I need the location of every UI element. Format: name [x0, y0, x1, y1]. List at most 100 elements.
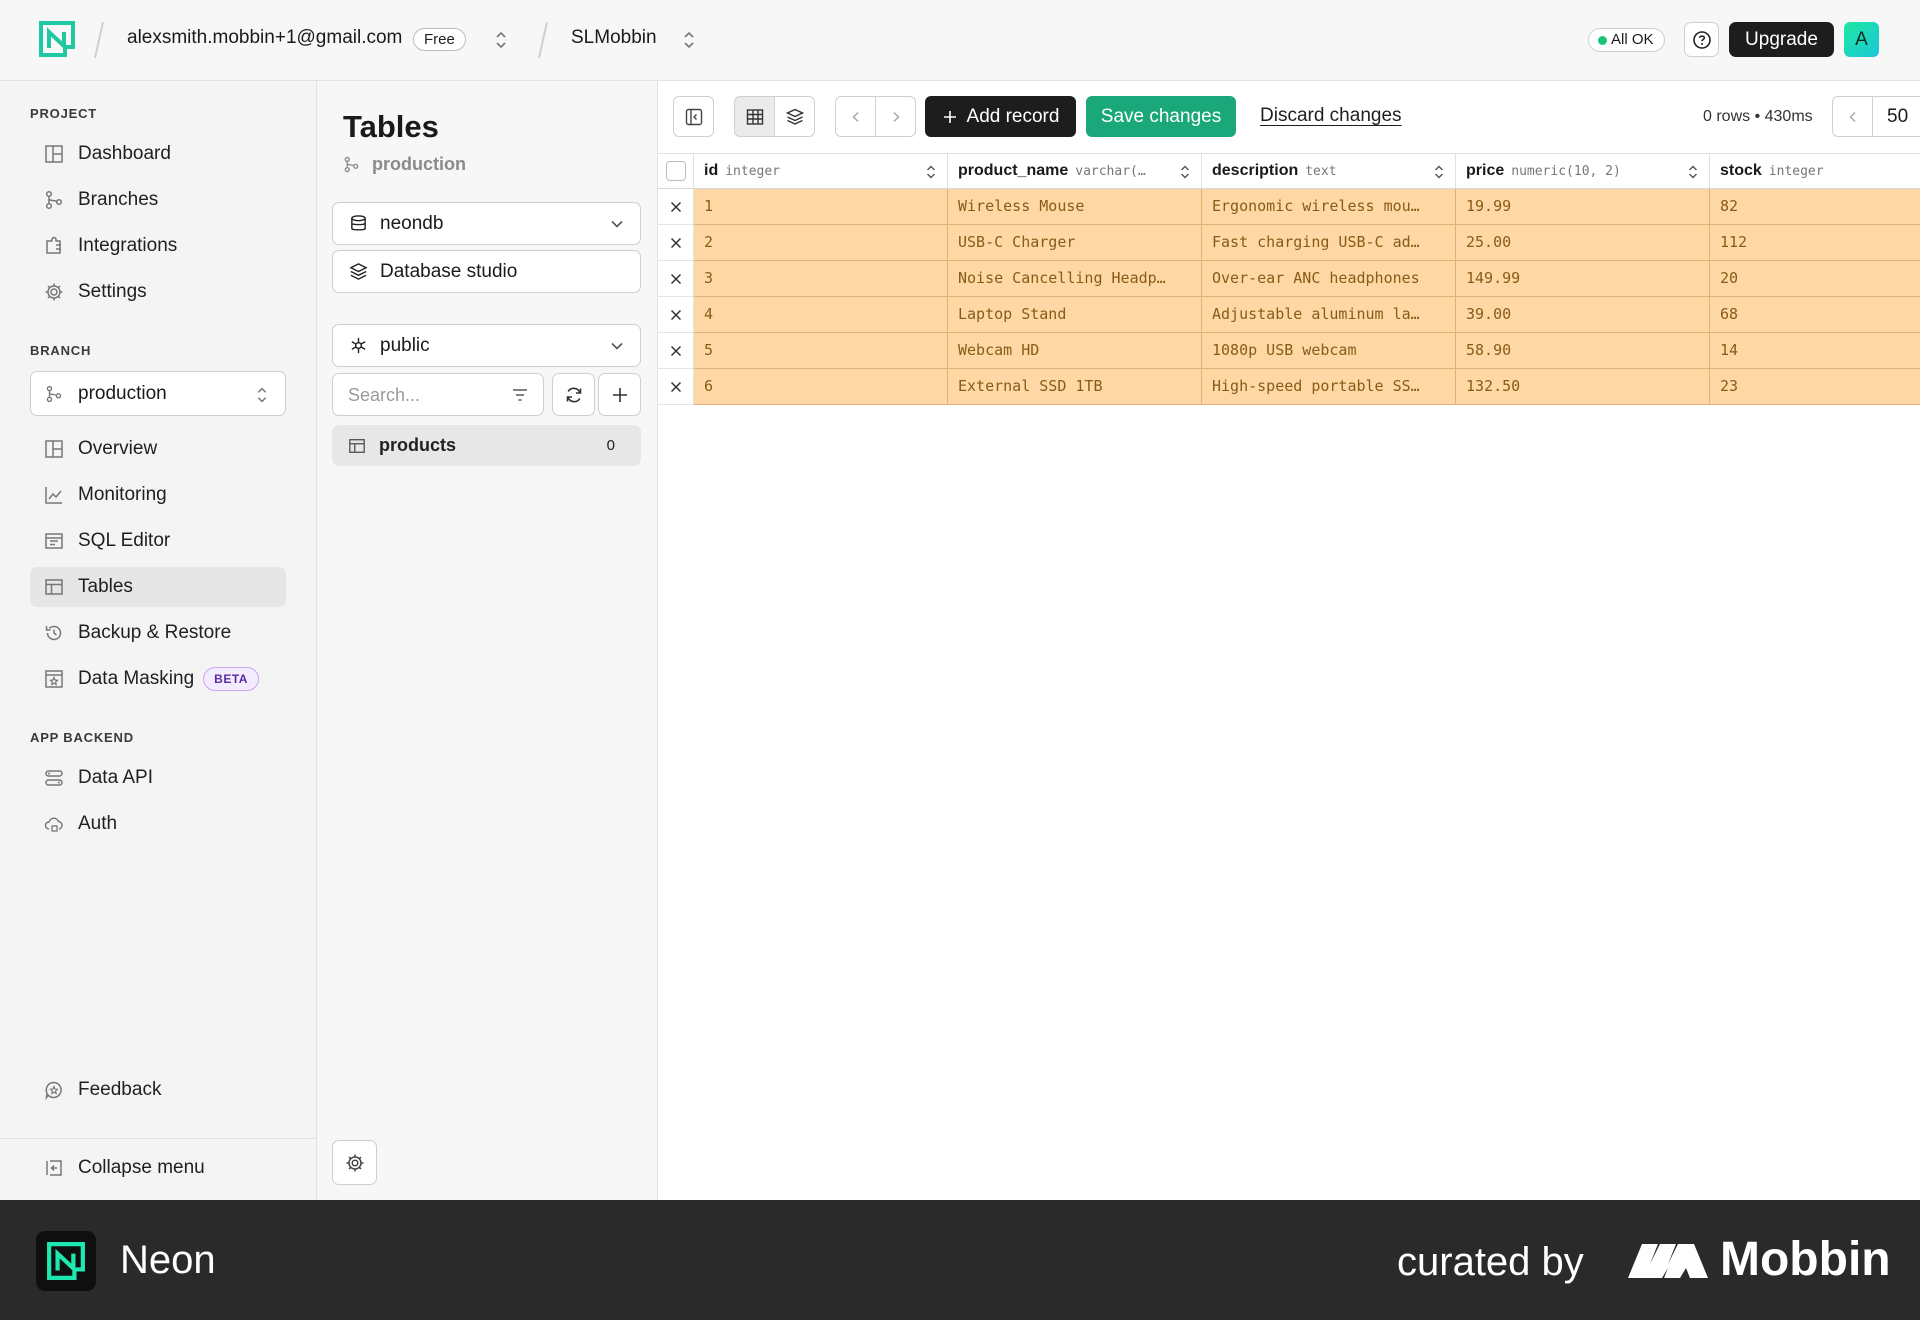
column-type: numeric(10, 2) [1511, 163, 1621, 179]
database-selector[interactable]: neondb [332, 202, 641, 245]
table-cell-description[interactable]: Ergonomic wireless mou… [1202, 189, 1456, 225]
history-icon [45, 625, 62, 641]
table-cell-id[interactable]: 3 [694, 261, 948, 297]
neon-logo-icon[interactable] [38, 20, 76, 58]
mobbin-wordmark: Mobbin [1720, 1233, 1891, 1286]
table-cell-id[interactable]: 2 [694, 225, 948, 261]
sort-icon[interactable] [1433, 164, 1445, 180]
table-cell-stock[interactable]: 82 [1710, 189, 1920, 225]
column-header-description[interactable]: description text [1202, 153, 1456, 189]
collapse-menu-button[interactable]: Collapse menu [30, 1148, 286, 1188]
save-changes-button[interactable]: Save changes [1086, 96, 1236, 137]
add-record-label: Add record [966, 105, 1060, 127]
table-cell-price[interactable]: 58.90 [1456, 333, 1710, 369]
sidebar-item-backup-restore[interactable]: Backup & Restore [30, 613, 286, 653]
sidebar-item-monitoring[interactable]: Monitoring [30, 475, 286, 515]
sidebar-item-tables[interactable]: Tables [30, 567, 286, 607]
table-cell-description[interactable]: Over-ear ANC headphones [1202, 261, 1456, 297]
table-cell-description[interactable]: High-speed portable SS… [1202, 369, 1456, 405]
remove-row-button[interactable] [658, 225, 694, 261]
sort-icon[interactable] [1179, 164, 1191, 180]
table-cell-stock[interactable]: 14 [1710, 333, 1920, 369]
status-indicator[interactable]: All OK [1588, 28, 1665, 52]
table-cell-id[interactable]: 5 [694, 333, 948, 369]
avatar[interactable]: A [1844, 22, 1879, 57]
table-cell-stock[interactable]: 20 [1710, 261, 1920, 297]
sidebar-item-integrations[interactable]: Integrations [30, 226, 286, 266]
remove-row-button[interactable] [658, 261, 694, 297]
add-table-button[interactable] [598, 373, 641, 416]
sort-icon[interactable] [925, 164, 937, 180]
column-header-product-name[interactable]: product_name varchar(… [948, 153, 1202, 189]
account-email[interactable]: alexsmith.mobbin+1@gmail.com [127, 27, 402, 49]
database-studio-button[interactable]: Database studio [332, 250, 641, 293]
column-type: integer [1768, 163, 1824, 179]
refresh-button[interactable] [552, 373, 595, 416]
table-cell-price[interactable]: 39.00 [1456, 297, 1710, 333]
filter-icon[interactable] [511, 386, 529, 404]
feedback-button[interactable]: Feedback [30, 1070, 286, 1110]
previous-record-button[interactable] [835, 96, 876, 137]
sidebar-item-data-masking[interactable]: Data Masking BETA [30, 659, 286, 699]
table-cell-price[interactable]: 132.50 [1456, 369, 1710, 405]
table-cell-id[interactable]: 6 [694, 369, 948, 405]
table-cell-product-name[interactable]: Webcam HD [948, 333, 1202, 369]
table-cell-price[interactable]: 25.00 [1456, 225, 1710, 261]
close-icon [670, 201, 681, 212]
sidebar-item-dashboard[interactable]: Dashboard [30, 134, 286, 174]
table-cell-stock[interactable]: 23 [1710, 369, 1920, 405]
remove-row-button[interactable] [658, 297, 694, 333]
table-cell-product-name[interactable]: Noise Cancelling Headp… [948, 261, 1202, 297]
sidebar-item-settings[interactable]: Settings [30, 272, 286, 312]
schema-view-toggle[interactable] [774, 96, 815, 137]
next-record-button[interactable] [875, 96, 916, 137]
column-header-id[interactable]: id integer [694, 153, 948, 189]
remove-row-button[interactable] [658, 333, 694, 369]
toggle-sidebar-button[interactable] [673, 96, 714, 137]
add-record-button[interactable]: Add record [925, 96, 1076, 137]
table-search-input[interactable] [348, 385, 498, 406]
table-cell-stock[interactable]: 112 [1710, 225, 1920, 261]
select-all-checkbox[interactable] [665, 161, 686, 181]
table-cell-description[interactable]: Fast charging USB-C ad… [1202, 225, 1456, 261]
branch-selector[interactable]: production [30, 371, 286, 416]
table-cell-product-name[interactable]: External SSD 1TB [948, 369, 1202, 405]
table-cell-price[interactable]: 149.99 [1456, 261, 1710, 297]
table-cell-price[interactable]: 19.99 [1456, 189, 1710, 225]
sidebar-item-data-api[interactable]: Data API [30, 758, 286, 798]
chevron-updown-icon [257, 387, 267, 403]
account-switcher-chevrons-icon[interactable] [494, 28, 508, 52]
sidebar-item-auth[interactable]: Auth [30, 804, 286, 844]
table-cell-product-name[interactable]: Laptop Stand [948, 297, 1202, 333]
project-name[interactable]: SLMobbin [571, 27, 657, 49]
help-button[interactable] [1684, 22, 1719, 57]
table-cell-stock[interactable]: 68 [1710, 297, 1920, 333]
remove-row-button[interactable] [658, 369, 694, 405]
database-studio-label: Database studio [380, 260, 518, 282]
table-list-item-products[interactable]: products 0 [332, 425, 641, 466]
schema-selector[interactable]: public [332, 324, 641, 367]
table-row: 2 USB-C Charger Fast charging USB-C ad… 25.… [658, 225, 1920, 261]
table-cell-product-name[interactable]: USB-C Charger [948, 225, 1202, 261]
table-cell-description[interactable]: Adjustable aluminum la… [1202, 297, 1456, 333]
table-cell-description[interactable]: 1080p USB webcam [1202, 333, 1456, 369]
sidebar-item-sql-editor[interactable]: SQL Editor [30, 521, 286, 561]
table-cell-id[interactable]: 1 [694, 189, 948, 225]
remove-row-button[interactable] [658, 189, 694, 225]
column-header-price[interactable]: price numeric(10, 2) [1456, 153, 1710, 189]
column-header-stock[interactable]: stock integer [1710, 153, 1920, 189]
table-cell-product-name[interactable]: Wireless Mouse [948, 189, 1202, 225]
grid-view-toggle[interactable] [734, 96, 775, 137]
discard-changes-button[interactable]: Discard changes [1260, 105, 1402, 127]
page-size-input[interactable]: 50 [1872, 96, 1920, 137]
sort-icon[interactable] [1687, 164, 1699, 180]
close-icon [670, 309, 681, 320]
sidebar-item-label: Data Masking [78, 668, 195, 689]
upgrade-button[interactable]: Upgrade [1729, 22, 1834, 57]
table-cell-id[interactable]: 4 [694, 297, 948, 333]
sidebar-item-branches[interactable]: Branches [30, 180, 286, 220]
previous-page-button[interactable] [1832, 96, 1872, 137]
project-switcher-chevrons-icon[interactable] [682, 28, 696, 52]
panel-settings-button[interactable] [332, 1140, 377, 1185]
sidebar-item-overview[interactable]: Overview [30, 429, 286, 469]
